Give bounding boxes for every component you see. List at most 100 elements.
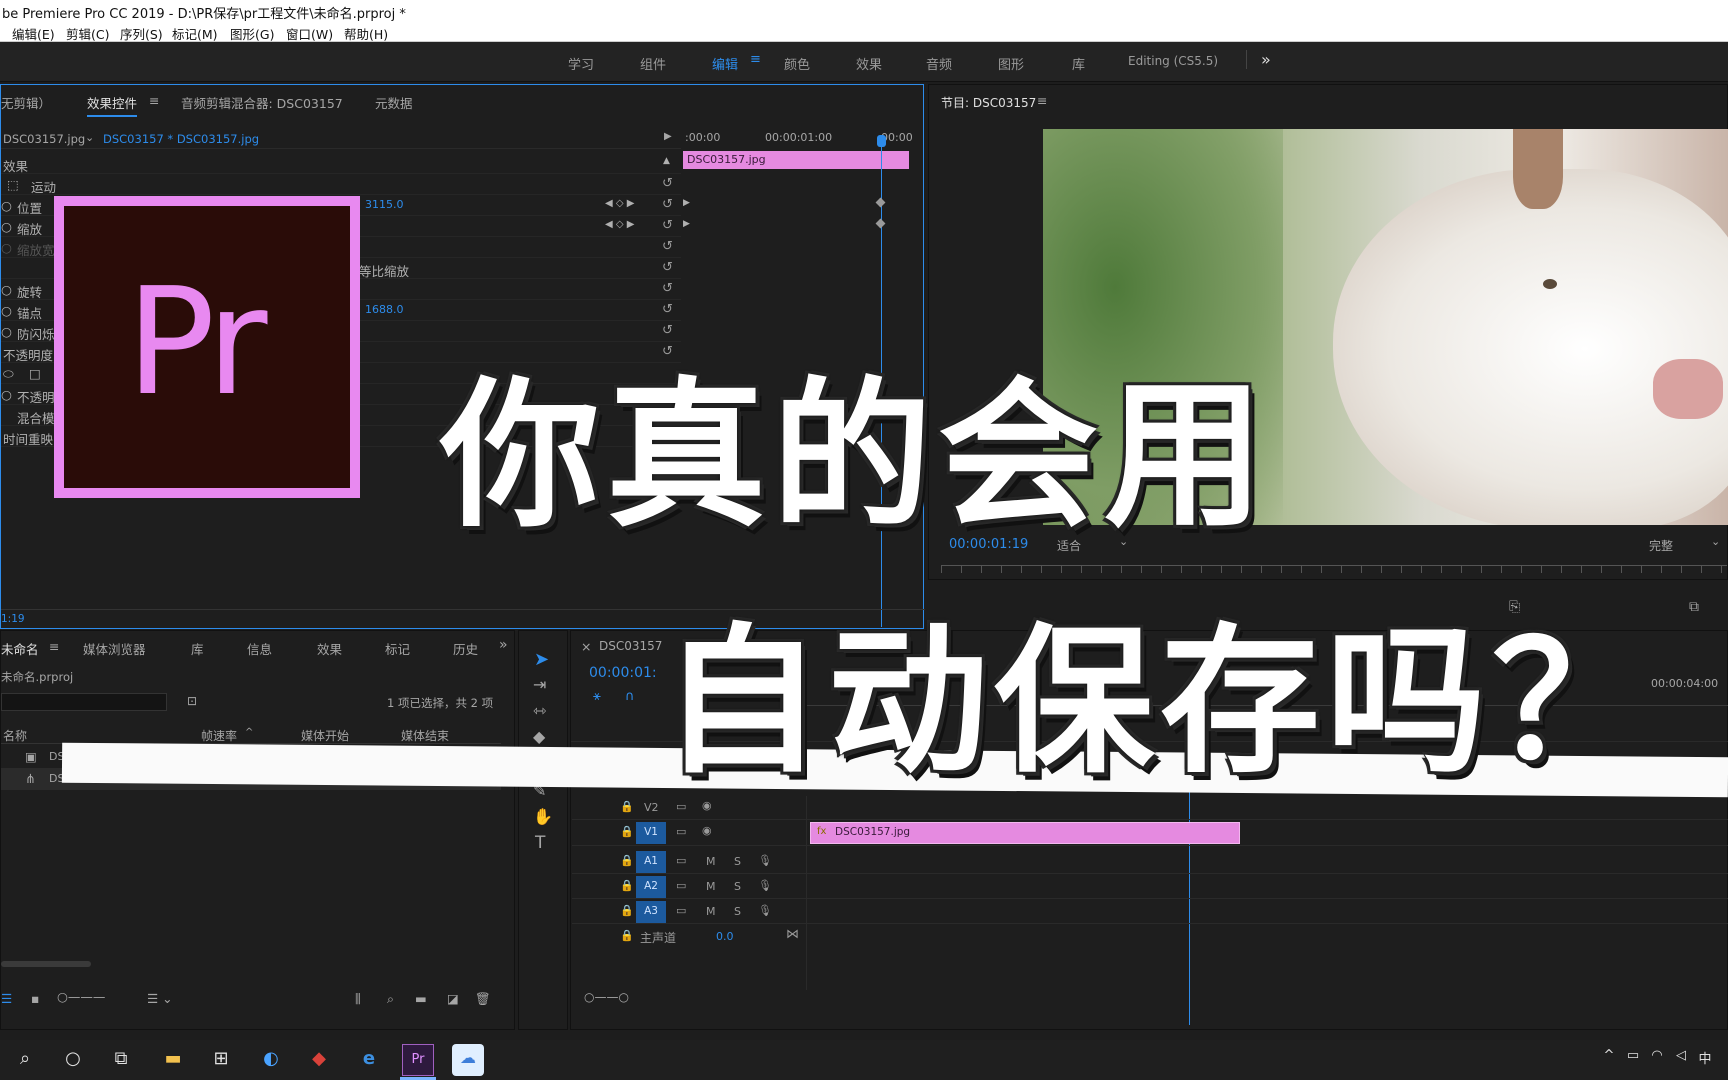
track-label[interactable]: V1: [636, 822, 666, 844]
col-framerate[interactable]: 帧速率: [201, 727, 237, 744]
lock-icon[interactable]: 🔒: [620, 854, 634, 867]
tab-effects[interactable]: 效果: [317, 639, 342, 658]
tab-media-browser[interactable]: 媒体浏览器: [83, 639, 146, 658]
workspace-editing[interactable]: 编辑: [712, 54, 738, 73]
overflow-chevron-icon[interactable]: »: [499, 637, 508, 653]
workspace-graphics[interactable]: 图形: [998, 54, 1024, 73]
track-a3[interactable]: 🔒 A3 ▭ M S 🎙: [572, 900, 1728, 924]
trash-icon[interactable]: 🗑: [475, 991, 491, 1007]
anchor-value[interactable]: 1688.0: [365, 303, 404, 316]
clip-selector[interactable]: DSC03157 * DSC03157.jpg: [103, 132, 259, 146]
col-media-start[interactable]: 媒体开始: [301, 727, 349, 744]
menu-icon[interactable]: ≡: [750, 52, 761, 67]
lock-icon[interactable]: 🔒: [620, 929, 634, 942]
stopwatch-icon[interactable]: ○: [1, 219, 12, 234]
menu-marker[interactable]: 标记(M): [172, 24, 218, 43]
keyframe-nav-icon[interactable]: ◀ ◇ ▶: [605, 198, 634, 209]
lock-icon[interactable]: 🔒: [620, 825, 634, 838]
track-label[interactable]: A1: [636, 851, 666, 873]
zoom-scroll[interactable]: ○——○: [584, 990, 629, 1004]
stopwatch-icon[interactable]: ○: [1, 282, 12, 297]
col-media-end[interactable]: 媒体结束: [401, 727, 449, 744]
sync-lock-icon[interactable]: ▭: [676, 854, 686, 867]
cloud-app-icon[interactable]: ☁: [452, 1044, 484, 1076]
store-icon[interactable]: ⊞: [208, 1048, 234, 1072]
position-value[interactable]: 3115.0: [365, 198, 404, 211]
keyframe-nav-icon[interactable]: ◀ ◇ ▶: [605, 219, 634, 230]
menu-graphics[interactable]: 图形(G): [230, 24, 274, 43]
sort-icon[interactable]: ☰ ⌄: [147, 991, 173, 1006]
edge-icon[interactable]: e: [356, 1048, 382, 1072]
timeline-timecode[interactable]: 00:00:01:: [589, 665, 657, 681]
overflow-chevron-icon[interactable]: »: [1246, 50, 1271, 69]
new-bin-icon[interactable]: ▬: [415, 991, 427, 1006]
hand-tool-icon[interactable]: ✋: [533, 807, 553, 826]
workspace-assembly[interactable]: 组件: [640, 54, 666, 73]
track-a2[interactable]: 🔒 A2 ▭ M S 🎙: [572, 875, 1728, 899]
menu-icon[interactable]: ≡: [1037, 93, 1047, 108]
mic-icon[interactable]: 🎙: [758, 879, 772, 892]
collapse-icon[interactable]: ▲: [663, 156, 670, 166]
workspace-color[interactable]: 颜色: [784, 54, 810, 73]
ime-indicator[interactable]: 中: [1692, 1048, 1718, 1072]
play-icon[interactable]: ▶: [664, 131, 672, 142]
mic-icon[interactable]: 🎙: [758, 854, 772, 867]
tray-chevron-icon[interactable]: ^: [1596, 1048, 1622, 1072]
tab-project[interactable]: 未命名: [1, 639, 39, 658]
menu-icon[interactable]: ≡: [149, 93, 159, 108]
razor-tool-icon[interactable]: ◆: [533, 727, 545, 746]
bowtie-icon[interactable]: ⋈: [786, 927, 799, 942]
find-icon[interactable]: ⌕: [387, 991, 394, 1007]
workspace-libraries[interactable]: 库: [1072, 54, 1085, 73]
cortana-icon[interactable]: ○: [60, 1048, 86, 1072]
solo-button[interactable]: S: [734, 855, 741, 868]
folder-icon[interactable]: ▬: [160, 1048, 186, 1072]
task-view-icon[interactable]: ⧉: [108, 1048, 134, 1072]
menu-window[interactable]: 窗口(W): [286, 24, 333, 43]
workspace-audio[interactable]: 音频: [926, 54, 952, 73]
stopwatch-icon[interactable]: ○: [1, 324, 12, 339]
eye-icon[interactable]: ◉: [702, 824, 712, 837]
stopwatch-icon[interactable]: ○: [1, 387, 12, 402]
workspace-cs55[interactable]: Editing (CS5.5): [1128, 54, 1218, 68]
volume-icon[interactable]: ◁: [1668, 1048, 1694, 1072]
export-frame-icon[interactable]: ⧉: [1689, 599, 1699, 615]
track-select-icon[interactable]: ⇥: [533, 675, 546, 694]
reset-icon[interactable]: ↺: [662, 260, 673, 275]
sequence-tab[interactable]: DSC03157: [599, 639, 662, 653]
playhead-handle[interactable]: [877, 135, 886, 147]
reset-icon[interactable]: ↺: [662, 197, 673, 212]
reset-icon[interactable]: ↺: [662, 239, 673, 254]
tab-info[interactable]: 信息: [247, 639, 272, 658]
keyframe-scale[interactable]: [875, 218, 886, 229]
zoom-slider[interactable]: ○———: [57, 989, 105, 1004]
stopwatch-icon[interactable]: ○: [1, 303, 12, 318]
selection-tool-icon[interactable]: ➤: [534, 649, 549, 670]
keyframe-position[interactable]: [875, 197, 886, 208]
type-tool-icon[interactable]: T: [535, 833, 545, 853]
ellipse-mask-icon[interactable]: ⬭: [3, 366, 14, 382]
tab-audio-mixer[interactable]: 音频剪辑混合器: DSC03157: [181, 93, 343, 112]
bin-icon[interactable]: ⊡: [187, 694, 197, 708]
ripple-edit-icon[interactable]: ⇿: [533, 701, 546, 720]
menu-clip[interactable]: 剪辑(C): [66, 24, 109, 43]
tab-libraries[interactable]: 库: [191, 639, 204, 658]
mute-button[interactable]: M: [706, 905, 716, 918]
sync-lock-icon[interactable]: ▭: [676, 879, 686, 892]
menu-sequence[interactable]: 序列(S): [120, 24, 163, 43]
col-name[interactable]: 名称: [3, 727, 27, 744]
tab-no-clip[interactable]: 无剪辑）: [1, 93, 51, 112]
track-label[interactable]: A3: [636, 901, 666, 923]
rect-mask-icon[interactable]: □: [29, 366, 41, 381]
scrollbar[interactable]: [1, 961, 91, 967]
app-icon[interactable]: ◆: [306, 1048, 332, 1072]
battery-icon[interactable]: ▭: [1620, 1048, 1646, 1072]
effect-clip-bar[interactable]: DSC03157.jpg: [683, 151, 909, 169]
sort-icon[interactable]: ^: [245, 727, 253, 738]
sync-lock-icon[interactable]: ▭: [676, 904, 686, 917]
track-a1[interactable]: 🔒 A1 ▭ M S 🎙: [572, 850, 1728, 874]
quality-dropdown[interactable]: 完整: [1649, 537, 1673, 554]
lock-icon[interactable]: 🔒: [620, 800, 634, 813]
workspace-learn[interactable]: 学习: [568, 54, 594, 73]
track-master[interactable]: 🔒 主声道 0.0 ⋈: [572, 925, 1728, 949]
